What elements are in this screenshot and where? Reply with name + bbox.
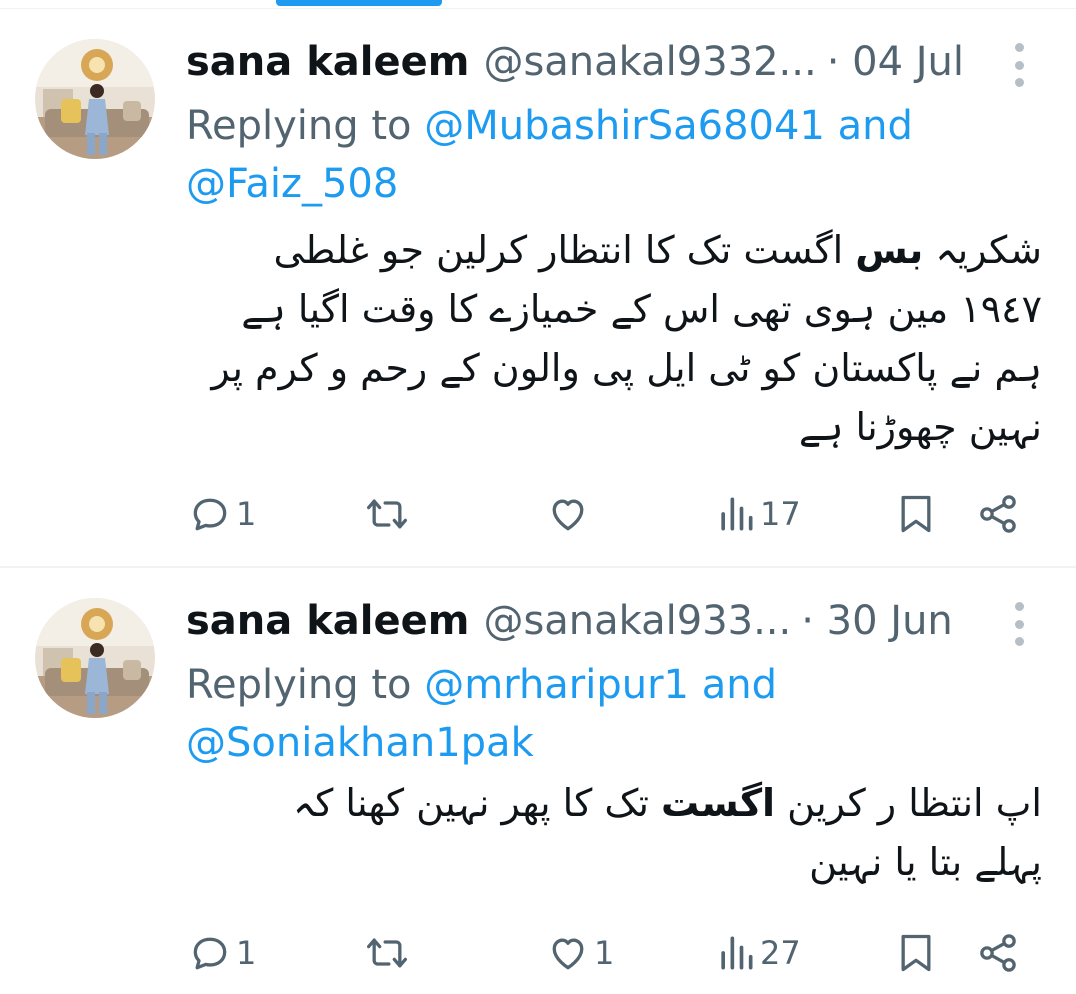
author-name[interactable]: sana kaleem xyxy=(186,39,469,85)
replying-to: Replying to @mrharipur1 and @Soniakhan1p… xyxy=(186,656,1016,772)
bookmark-button[interactable] xyxy=(896,489,936,539)
share-icon xyxy=(980,934,1016,972)
avatar[interactable] xyxy=(35,39,155,159)
replying-to-label: Replying to xyxy=(186,103,412,149)
tweet-text-line: نہین چھوڑنا ہے xyxy=(798,405,1042,449)
reply-button[interactable]: 1 xyxy=(188,928,256,978)
tweet-text-line: ١٩٤٧ مین ہوی تھی اس کے خمیازے کا وقت اگی… xyxy=(241,287,1042,331)
more-options-icon[interactable] xyxy=(1008,602,1030,646)
tweet-actions: 1 17 xyxy=(0,489,1076,539)
bold-text: بس xyxy=(855,228,924,272)
tweet-text: اپ انتظا ر کرین اگست تک کا پھر نہین کھنا… xyxy=(202,774,1042,892)
share-icon xyxy=(980,495,1016,533)
replying-to-label: Replying to xyxy=(186,662,412,708)
share-button[interactable] xyxy=(976,928,1020,978)
repost-icon xyxy=(367,938,407,968)
like-count: 1 xyxy=(594,934,615,972)
repost-icon xyxy=(367,499,407,529)
tweet-header: sana kaleem @sanakal9332... · 04 Jul xyxy=(186,37,964,87)
reply-count: 1 xyxy=(236,495,257,533)
author-handle[interactable]: @sanakal9332... xyxy=(483,39,816,85)
like-button[interactable] xyxy=(546,489,590,539)
views-count: 27 xyxy=(760,934,801,972)
tweet-text: شکریہ بس اگست تک کا انتظار کرلین جو غلطی… xyxy=(202,221,1042,457)
bookmark-icon xyxy=(901,934,931,972)
mention-link[interactable]: @mrharipur1 xyxy=(424,662,689,708)
mention-link[interactable]: @Soniakhan1pak xyxy=(186,720,534,766)
active-tab-indicator xyxy=(276,0,442,6)
more-options-icon[interactable] xyxy=(1008,43,1030,87)
views-button[interactable]: 27 xyxy=(716,928,801,978)
bold-text: اگست xyxy=(661,781,776,825)
author-name[interactable]: sana kaleem xyxy=(186,598,469,644)
views-button[interactable]: 17 xyxy=(716,489,801,539)
author-handle[interactable]: @sanakal933... xyxy=(483,598,791,644)
reply-count: 1 xyxy=(236,934,257,972)
replying-to: Replying to @MubashirSa68041 and @Faiz_5… xyxy=(186,97,1016,213)
tweet-text-line: پہلے بتا یا نہین xyxy=(809,840,1042,884)
views-icon xyxy=(721,497,753,531)
mention-and[interactable]: and xyxy=(689,662,777,708)
bookmark-icon xyxy=(901,495,931,533)
mention-link[interactable]: @MubashirSa68041 xyxy=(424,103,825,149)
repost-button[interactable] xyxy=(362,928,412,978)
mention-and[interactable]: and xyxy=(825,103,913,149)
tweet-1[interactable]: sana kaleem @sanakal9332... · 04 Jul Rep… xyxy=(0,9,1076,565)
share-button[interactable] xyxy=(976,489,1020,539)
text-span: شکریہ xyxy=(923,228,1042,272)
avatar[interactable] xyxy=(35,598,155,718)
views-icon xyxy=(721,936,753,970)
text-span: اپ انتظا ر کرین xyxy=(775,781,1042,825)
tweet-date[interactable]: · 04 Jul xyxy=(827,39,964,85)
tweet-actions: 1 1 27 xyxy=(0,928,1076,978)
like-button[interactable]: 1 xyxy=(546,928,614,978)
mention-link[interactable]: @Faiz_508 xyxy=(186,161,398,207)
like-icon xyxy=(552,499,584,531)
reply-button[interactable]: 1 xyxy=(188,489,256,539)
repost-button[interactable] xyxy=(362,489,412,539)
tweet-text-line: ہم نے پاکستان کو ٹی ایل پی والون کے رحم … xyxy=(211,346,1042,390)
views-count: 17 xyxy=(760,495,801,533)
reply-icon xyxy=(193,937,227,970)
tweet-header: sana kaleem @sanakal933... · 30 Jun xyxy=(186,596,953,646)
bookmark-button[interactable] xyxy=(896,928,936,978)
tweet-date[interactable]: · 30 Jun xyxy=(801,598,953,644)
tweet-2[interactable]: sana kaleem @sanakal933... · 30 Jun Repl… xyxy=(0,568,1076,994)
text-span: اگست تک کا انتظار کرلین جو غلطی xyxy=(273,228,856,272)
reply-icon xyxy=(193,498,227,531)
like-icon xyxy=(552,938,584,970)
tweet-text-line: اپ انتظا ر کرین اگست تک کا پھر نہین کھنا… xyxy=(202,774,1042,833)
text-span: تک کا پھر نہین کھنا کہ xyxy=(293,781,662,825)
tweet-text-line: شکریہ بس اگست تک کا انتظار کرلین جو غلطی xyxy=(202,221,1042,280)
